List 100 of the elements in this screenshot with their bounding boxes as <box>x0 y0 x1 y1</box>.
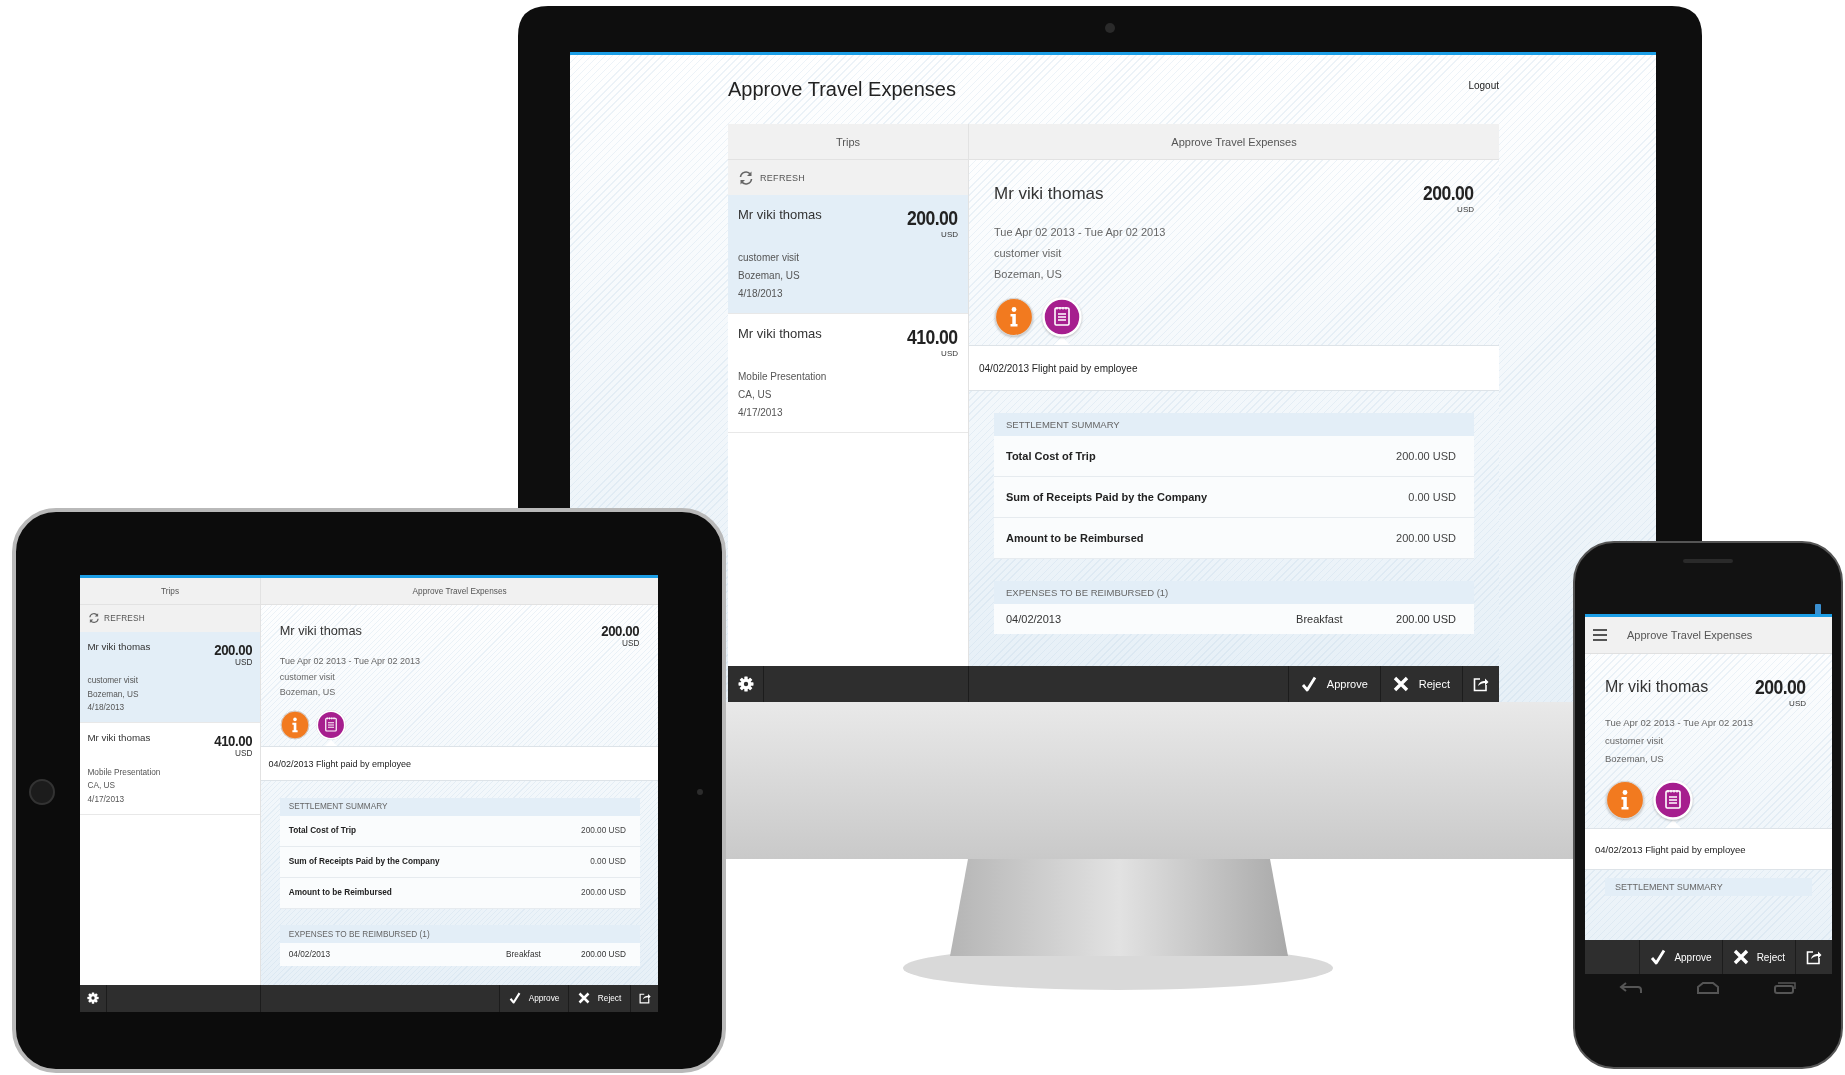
section-title: SETTLEMENT SUMMARY <box>279 797 640 816</box>
currency-label: USD <box>1789 699 1806 708</box>
info-icon <box>279 710 310 740</box>
share-icon[interactable] <box>1806 949 1822 965</box>
check-icon <box>509 992 522 1004</box>
summary-value: 200.00 USD <box>581 888 626 897</box>
reject-button[interactable]: Reject <box>1379 666 1462 702</box>
currency-label: USD <box>941 230 958 239</box>
close-icon <box>578 992 591 1004</box>
column-header: Trips <box>80 578 260 606</box>
currency-label: USD <box>235 657 253 667</box>
refresh-button[interactable]: REFRESH <box>728 160 968 195</box>
trip-purpose: customer visit <box>738 251 801 265</box>
trip-location: Bozeman, US <box>87 688 140 701</box>
trip-amount: 200.00 <box>214 640 253 658</box>
menu-icon[interactable] <box>1593 629 1607 641</box>
reject-button[interactable]: Reject <box>1721 940 1795 974</box>
section-title: EXPENSES TO BE REIMBURSED (1) <box>994 581 1474 604</box>
page-title: Approve Travel Expenses <box>728 78 956 102</box>
note-text: 04/02/2013 Flight paid by employee <box>979 362 1138 374</box>
settings-icon[interactable] <box>737 676 754 692</box>
trip-amount: 410.00 <box>907 326 958 349</box>
column-header: Trips <box>728 124 968 160</box>
trip-amount: 410.00 <box>214 732 253 749</box>
refresh-icon <box>87 612 100 625</box>
reject-button[interactable]: Reject <box>568 984 631 1012</box>
currency-label: USD <box>235 749 253 758</box>
share-icon[interactable] <box>638 992 651 1004</box>
recent-apps-icon[interactable] <box>1771 981 1798 995</box>
currency-label: USD <box>1457 205 1474 214</box>
trip-date: 4/17/2013 <box>87 793 126 806</box>
section-title: SETTLEMENT SUMMARY <box>994 413 1474 436</box>
trip-list-item[interactable]: Mr viki thomas 200.00 USD customer visit Bozeman, US 4/18/2013 <box>80 631 260 723</box>
currency-label: USD <box>941 349 958 358</box>
expense-type: Breakfast <box>1296 613 1344 625</box>
expense-type: Breakfast <box>506 949 542 959</box>
notepad-icon <box>1042 297 1082 337</box>
trip-dates: Tue Apr 02 2013 - Tue Apr 02 2013 <box>994 225 1167 240</box>
trip-date: 4/17/2013 <box>738 406 784 420</box>
summary-label: Sum of Receipts Paid by the Company <box>1006 491 1208 503</box>
section-title: EXPENSES TO BE REIMBURSED (1) <box>279 925 640 943</box>
trip-location: CA, US <box>738 388 773 402</box>
share-icon[interactable] <box>1473 676 1489 692</box>
logout-link[interactable]: Logout <box>1468 78 1499 92</box>
settings-icon[interactable] <box>87 992 99 1004</box>
column-header: Approve Travel Expenses <box>969 124 1499 160</box>
trip-amount: 200.00 <box>601 621 640 639</box>
summary-label: Sum of Receipts Paid by the Company <box>288 857 440 866</box>
traveler-name: Mr viki thomas <box>1605 678 1709 696</box>
trip-list-item[interactable]: Mr viki thomas 200.00 USD customer visit Bozeman, US 4/18/2013 <box>728 195 968 314</box>
note-text: 04/02/2013 Flight paid by employee <box>268 758 412 769</box>
detail-tab[interactable] <box>1605 780 1645 820</box>
approve-button[interactable]: Approve <box>1287 666 1380 702</box>
detail-tab[interactable] <box>994 297 1034 337</box>
trip-amount: 200.00 <box>1755 676 1806 699</box>
expense-amount: 200.00 USD <box>581 949 626 959</box>
trip-dates: Tue Apr 02 2013 - Tue Apr 02 2013 <box>1605 716 1755 730</box>
summary-value: 200.00 USD <box>1396 450 1456 462</box>
summary-label: Total Cost of Trip <box>1006 450 1096 462</box>
notepad-icon <box>1653 780 1693 820</box>
expense-date: 04/02/2013 <box>288 949 332 959</box>
check-icon <box>1300 676 1317 692</box>
header-title: Approve Travel Expenses <box>1627 629 1753 641</box>
refresh-button[interactable]: REFRESH <box>80 605 260 632</box>
trip-amount: 200.00 <box>907 207 958 230</box>
traveler-name: Mr viki thomas <box>994 184 1104 204</box>
trip-purpose: Mobile Presentation <box>738 370 828 384</box>
trip-purpose: customer visit <box>87 675 139 687</box>
close-icon <box>1732 949 1749 965</box>
trip-date: 4/18/2013 <box>738 287 784 301</box>
back-icon[interactable] <box>1618 981 1645 995</box>
summary-value: 200.00 USD <box>1396 532 1456 544</box>
summary-label: Amount to be Reimbursed <box>1006 532 1144 544</box>
info-icon <box>1605 780 1645 820</box>
summary-label: Total Cost of Trip <box>288 826 356 835</box>
summary-value: 0.00 USD <box>590 857 626 866</box>
expense-amount: 200.00 USD <box>1396 613 1456 625</box>
expense-date: 04/02/2013 <box>1006 613 1063 625</box>
approve-button[interactable]: Approve <box>499 984 569 1012</box>
trip-amount: 200.00 <box>1423 182 1474 205</box>
detail-tab[interactable] <box>279 710 310 740</box>
approve-button[interactable]: Approve <box>1639 940 1722 974</box>
trip-location: CA, US <box>87 780 116 792</box>
summary-value: 200.00 USD <box>581 826 626 835</box>
battery-icon <box>1813 603 1823 615</box>
trip-purpose: customer visit <box>994 246 1063 261</box>
traveler-name: Mr viki thomas <box>738 326 823 343</box>
trip-location: Bozeman, US <box>1605 752 1665 766</box>
check-icon <box>1650 949 1667 965</box>
summary-value: 0.00 USD <box>1408 491 1456 503</box>
traveler-name: Mr viki thomas <box>279 623 362 639</box>
info-icon <box>994 297 1034 337</box>
home-icon[interactable] <box>1695 981 1721 995</box>
traveler-name: Mr viki thomas <box>87 640 152 654</box>
trip-purpose: customer visit <box>279 670 336 684</box>
traveler-name: Mr viki thomas <box>87 732 152 745</box>
trip-purpose: customer visit <box>1605 734 1665 748</box>
traveler-name: Mr viki thomas <box>738 207 823 224</box>
trip-location: Bozeman, US <box>279 686 337 700</box>
trip-location: Bozeman, US <box>738 269 801 283</box>
